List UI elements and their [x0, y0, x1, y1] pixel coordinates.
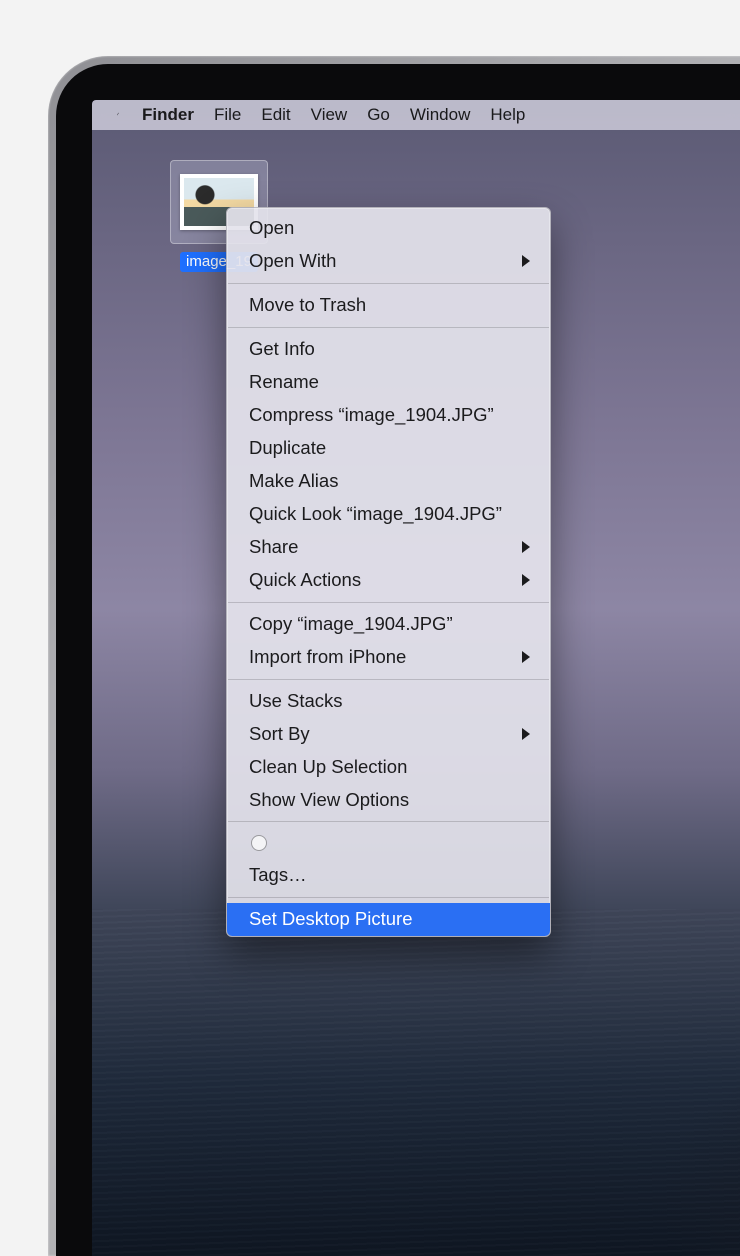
cm-use-stacks[interactable]: Use Stacks [227, 685, 550, 718]
laptop-frame: Finder File Edit View Go Window Help ima… [48, 56, 740, 1256]
menubar-file[interactable]: File [214, 105, 241, 125]
cm-set-desktop-picture[interactable]: Set Desktop Picture [227, 903, 550, 936]
laptop-bezel: Finder File Edit View Go Window Help ima… [56, 64, 740, 1256]
cm-sort-by[interactable]: Sort By [227, 718, 550, 751]
submenu-arrow-icon [522, 255, 530, 267]
menubar-view[interactable]: View [311, 105, 348, 125]
apple-menu-icon[interactable] [106, 106, 122, 124]
submenu-arrow-icon [522, 728, 530, 740]
cm-show-view-options[interactable]: Show View Options [227, 784, 550, 817]
cm-separator [228, 897, 549, 898]
cm-separator [228, 327, 549, 328]
screen: Finder File Edit View Go Window Help ima… [92, 100, 740, 1256]
cm-tags[interactable]: Tags… [227, 859, 550, 892]
cm-separator [228, 679, 549, 680]
cm-get-info[interactable]: Get Info [227, 333, 550, 366]
menubar: Finder File Edit View Go Window Help [92, 100, 740, 130]
cm-open[interactable]: Open [227, 212, 550, 245]
cm-duplicate[interactable]: Duplicate [227, 432, 550, 465]
cm-separator [228, 283, 549, 284]
cm-copy[interactable]: Copy “image_1904.JPG” [227, 608, 550, 641]
menubar-app-name[interactable]: Finder [142, 105, 194, 125]
submenu-arrow-icon [522, 541, 530, 553]
menubar-go[interactable]: Go [367, 105, 390, 125]
cm-import-iphone[interactable]: Import from iPhone [227, 641, 550, 674]
context-menu: Open Open With Move to Trash Get Info Re… [226, 207, 551, 937]
cm-clean-up-selection[interactable]: Clean Up Selection [227, 751, 550, 784]
cm-make-alias[interactable]: Make Alias [227, 465, 550, 498]
cm-compress[interactable]: Compress “image_1904.JPG” [227, 399, 550, 432]
cm-rename[interactable]: Rename [227, 366, 550, 399]
menubar-window[interactable]: Window [410, 105, 470, 125]
cm-separator [228, 602, 549, 603]
menubar-help[interactable]: Help [490, 105, 525, 125]
cm-quick-look[interactable]: Quick Look “image_1904.JPG” [227, 498, 550, 531]
cm-move-to-trash[interactable]: Move to Trash [227, 289, 550, 322]
submenu-arrow-icon [522, 651, 530, 663]
menubar-edit[interactable]: Edit [261, 105, 290, 125]
cm-open-with[interactable]: Open With [227, 245, 550, 278]
cm-share[interactable]: Share [227, 531, 550, 564]
cm-quick-actions[interactable]: Quick Actions [227, 564, 550, 597]
tag-color-circle-icon[interactable] [251, 835, 267, 851]
cm-separator [228, 821, 549, 822]
submenu-arrow-icon [522, 574, 530, 586]
cm-tag-swatch-row[interactable] [227, 827, 550, 859]
